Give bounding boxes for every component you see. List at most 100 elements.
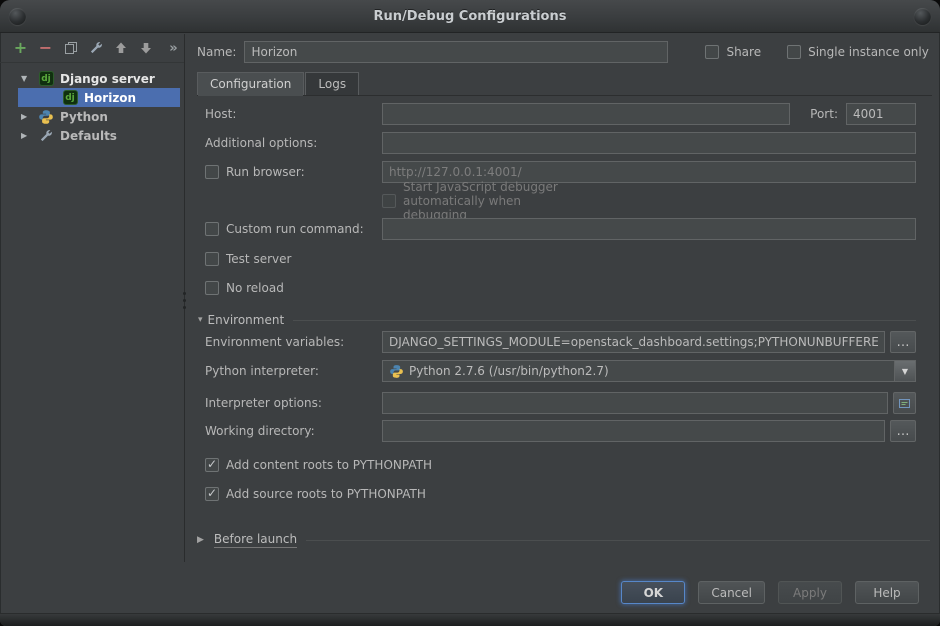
move-down-icon[interactable] bbox=[138, 40, 153, 56]
tree-item-label: Defaults bbox=[60, 129, 117, 143]
expand-field-icon bbox=[898, 397, 911, 410]
run-browser-option[interactable]: Run browser: bbox=[205, 165, 382, 179]
python-icon bbox=[38, 109, 54, 125]
python-interpreter-value: Python 2.7.6 (/usr/bin/python2.7) bbox=[409, 364, 609, 378]
environment-section-header[interactable]: ▾ Environment bbox=[198, 312, 916, 328]
single-instance-label: Single instance only bbox=[808, 45, 929, 59]
tree-item-horizon[interactable]: dj Horizon bbox=[18, 88, 180, 107]
add-source-roots-option[interactable]: ✓ Add source roots to PYTHONPATH bbox=[205, 485, 916, 503]
django-icon: dj bbox=[39, 71, 54, 86]
chevron-down-icon[interactable]: ▼ bbox=[18, 74, 38, 83]
custom-run-command-row: Custom run command: bbox=[205, 218, 916, 240]
edit-defaults-wrench-icon[interactable] bbox=[88, 40, 103, 56]
name-input[interactable] bbox=[244, 41, 668, 63]
python-interpreter-dropdown-button[interactable]: ▼ bbox=[894, 361, 915, 381]
splitter-dot bbox=[183, 292, 186, 295]
configuration-form: Host: Port: Additional options: Run brow… bbox=[205, 103, 916, 510]
environment-variables-row: Environment variables: … bbox=[205, 331, 916, 353]
add-content-roots-checkbox[interactable]: ✓ bbox=[205, 458, 219, 472]
add-content-roots-label: Add content roots to PYTHONPATH bbox=[226, 458, 432, 472]
copy-configuration-icon[interactable] bbox=[63, 40, 78, 56]
working-directory-input[interactable] bbox=[382, 420, 885, 442]
window-button-left[interactable] bbox=[9, 8, 26, 25]
tree-item-label: Django server bbox=[60, 72, 155, 86]
test-server-option[interactable]: Test server bbox=[205, 250, 916, 268]
share-checkbox[interactable] bbox=[705, 45, 719, 59]
run-debug-configurations-dialog: Run/Debug Configurations + − » ▼ dj bbox=[0, 0, 940, 626]
add-content-roots-option[interactable]: ✓ Add content roots to PYTHONPATH bbox=[205, 456, 916, 474]
no-reload-label: No reload bbox=[226, 281, 284, 295]
interpreter-options-label: Interpreter options: bbox=[205, 396, 382, 410]
splitter-dot bbox=[183, 299, 186, 302]
chevron-down-icon[interactable]: ▾ bbox=[198, 315, 203, 325]
python-icon bbox=[388, 363, 404, 379]
configurations-tree: ▼ dj Django server dj Horizon ▶ Python ▶ bbox=[0, 63, 184, 145]
window-titlebar[interactable]: Run/Debug Configurations bbox=[0, 0, 940, 33]
additional-options-input[interactable] bbox=[382, 132, 916, 154]
tree-item-django-server[interactable]: ▼ dj Django server bbox=[18, 69, 180, 88]
add-source-roots-label: Add source roots to PYTHONPATH bbox=[226, 487, 426, 501]
interpreter-options-input[interactable] bbox=[382, 392, 888, 414]
window-title: Run/Debug Configurations bbox=[374, 9, 567, 24]
js-debugger-option[interactable]: Start JavaScript debugger automatically … bbox=[382, 192, 916, 210]
before-launch-label: Before launch bbox=[214, 532, 297, 548]
custom-run-command-option[interactable]: Custom run command: bbox=[205, 222, 382, 236]
additional-options-row: Additional options: bbox=[205, 132, 916, 154]
share-option[interactable]: Share bbox=[705, 45, 761, 59]
custom-run-command-label: Custom run command: bbox=[226, 222, 364, 236]
working-directory-browse-button[interactable]: … bbox=[890, 420, 916, 442]
tree-item-defaults[interactable]: ▶ Defaults bbox=[18, 126, 180, 145]
chevron-down-icon: ▼ bbox=[902, 367, 908, 376]
tree-item-label: Horizon bbox=[84, 91, 136, 105]
python-interpreter-row: Python interpreter: Python 2.7.6 (/usr/b… bbox=[205, 360, 916, 382]
additional-options-label: Additional options: bbox=[205, 136, 382, 150]
tree-icon-wrap: dj bbox=[38, 71, 54, 87]
share-label: Share bbox=[726, 45, 761, 59]
tree-item-python[interactable]: ▶ Python bbox=[18, 107, 180, 126]
apply-button[interactable]: Apply bbox=[778, 581, 842, 604]
tab-logs[interactable]: Logs bbox=[305, 72, 359, 95]
js-debugger-checkbox[interactable] bbox=[382, 194, 396, 208]
tree-item-label: Python bbox=[60, 110, 108, 124]
test-server-checkbox[interactable] bbox=[205, 252, 219, 266]
chevron-right-icon[interactable]: ▶ bbox=[197, 535, 204, 545]
host-input[interactable] bbox=[382, 103, 790, 125]
section-separator bbox=[306, 540, 930, 541]
help-button[interactable]: Help bbox=[855, 581, 919, 604]
window-bottom-edge bbox=[0, 613, 940, 626]
tab-configuration[interactable]: Configuration bbox=[197, 72, 304, 95]
chevron-right-icon[interactable]: ▶ bbox=[18, 131, 38, 140]
add-source-roots-checkbox[interactable]: ✓ bbox=[205, 487, 219, 501]
ellipsis-icon: … bbox=[897, 335, 910, 350]
environment-variables-browse-button[interactable]: … bbox=[890, 331, 916, 353]
no-reload-option[interactable]: No reload bbox=[205, 279, 916, 297]
move-up-icon[interactable] bbox=[113, 40, 128, 56]
remove-configuration-icon[interactable]: − bbox=[38, 40, 53, 56]
chevron-right-icon[interactable]: ▶ bbox=[18, 112, 38, 121]
custom-run-command-input[interactable] bbox=[382, 218, 916, 240]
run-browser-label: Run browser: bbox=[226, 165, 305, 179]
custom-run-command-checkbox[interactable] bbox=[205, 222, 219, 236]
checkmark-icon: ✓ bbox=[207, 458, 217, 470]
sidebar-toolbar: + − » bbox=[0, 34, 184, 63]
more-actions-icon[interactable]: » bbox=[165, 40, 180, 56]
ok-button[interactable]: OK bbox=[621, 581, 685, 604]
single-instance-checkbox[interactable] bbox=[787, 45, 801, 59]
port-input[interactable] bbox=[846, 103, 916, 125]
python-interpreter-select[interactable]: Python 2.7.6 (/usr/bin/python2.7) ▼ bbox=[382, 360, 916, 382]
window-button-right[interactable] bbox=[914, 8, 931, 25]
cancel-button[interactable]: Cancel bbox=[698, 581, 765, 604]
no-reload-checkbox[interactable] bbox=[205, 281, 219, 295]
expand-field-button[interactable] bbox=[893, 392, 916, 414]
tree-icon-wrap: dj bbox=[62, 90, 78, 106]
environment-variables-input[interactable] bbox=[382, 331, 885, 353]
add-configuration-icon[interactable]: + bbox=[13, 40, 28, 56]
single-instance-option[interactable]: Single instance only bbox=[787, 45, 929, 59]
working-directory-row: Working directory: … bbox=[205, 420, 916, 442]
js-debugger-label: Start JavaScript debugger automatically … bbox=[403, 180, 580, 222]
ellipsis-icon: … bbox=[897, 424, 910, 439]
before-launch-section[interactable]: ▶ Before launch bbox=[197, 532, 930, 548]
panel-splitter[interactable] bbox=[181, 286, 188, 314]
run-browser-checkbox[interactable] bbox=[205, 165, 219, 179]
python-interpreter-label: Python interpreter: bbox=[205, 364, 382, 378]
